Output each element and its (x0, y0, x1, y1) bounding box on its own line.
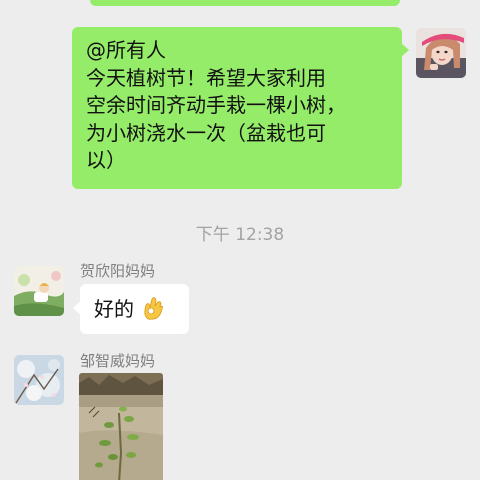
previous-message-bubble[interactable] (90, 0, 400, 6)
message-text: 好的 (94, 297, 134, 321)
sender-name: 贺欣阳妈妈 (80, 262, 156, 280)
message-line: 今天植树节！希望大家利用 (86, 65, 326, 90)
message-timestamp: 下午 12:38 (195, 225, 285, 245)
message-line: 为小树浇水一次（盆栽也可 (86, 120, 326, 145)
my-avatar[interactable] (416, 28, 466, 78)
ok-hand-emoji-icon (142, 296, 164, 326)
photo-message[interactable] (79, 373, 163, 480)
message-line: 以） (86, 148, 126, 172)
sender-name: 邹智威妈妈 (80, 352, 156, 370)
sender-avatar[interactable] (14, 266, 64, 316)
outgoing-message-bubble[interactable]: @所有人 今天植树节！希望大家利用 空余时间齐动手栽一棵小树， 为小树浇水一次（… (72, 27, 409, 189)
sender-avatar[interactable] (14, 355, 64, 405)
message-line: @所有人 (86, 38, 166, 62)
message-line: 空余时间齐动手栽一棵小树， (86, 93, 346, 117)
bubble-tail (73, 301, 81, 315)
incoming-message-bubble[interactable]: 好的 (73, 284, 189, 334)
chat-view[interactable]: @所有人 今天植树节！希望大家利用 空余时间齐动手栽一棵小树， 为小树浇水一次（… (0, 0, 480, 480)
bubble-tail (401, 43, 409, 57)
